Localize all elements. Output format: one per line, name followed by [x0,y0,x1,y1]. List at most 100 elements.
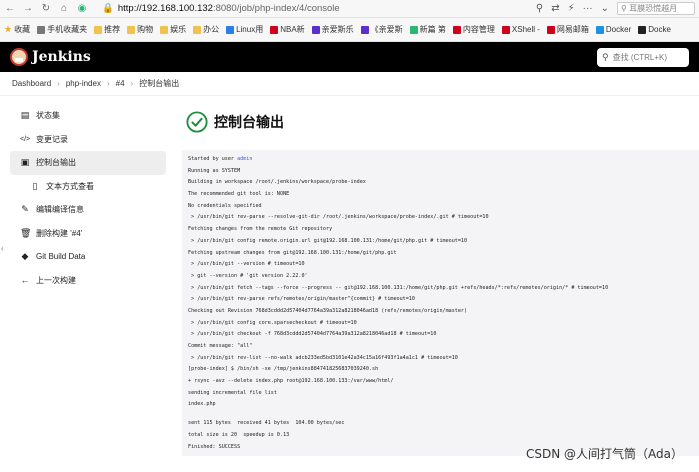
bookmark-item[interactable]: 内容管理 [452,24,495,35]
console-line: > git --version # 'git version 2.22.0' [188,271,699,283]
breadcrumb-item-build[interactable]: #4 [116,79,125,88]
page-title: 控制台输出 [214,114,284,130]
bookmark-item[interactable]: 购物 [127,24,153,35]
reload-icon[interactable]: ↻ [40,3,52,15]
sidebar-item-label: 编辑编译信息 [36,205,84,215]
console-line: > /usr/bin/git fetch --tags --force --pr… [188,283,699,295]
bookmark-item[interactable]: NBA新 [270,24,305,35]
url-path: :8080/job/php-index/4/console [212,3,340,14]
git-icon: ◆ [21,251,29,262]
bookmark-item[interactable]: XShell - [501,25,540,34]
site-icon [409,25,418,34]
docker-icon [595,25,604,34]
folder-icon [127,25,136,34]
console-line-text: sending incremental file list [188,389,277,396]
chevron-down-icon[interactable]: ⌄ [601,3,609,14]
bookmark-label: 网易邮箱 [556,25,589,34]
bookmark-item[interactable]: 娱乐 [160,24,186,35]
breadcrumb-item-dashboard[interactable]: Dashboard [12,79,51,88]
console-line-text: > /usr/bin/git checkout -f 768d3cddd2d57… [188,331,437,338]
console-line-text: [probe-index] $ /bin/sh -xe /tmp/jenkins… [188,366,379,373]
sidebar-item-changes[interactable]: </> 变更记录 [0,128,172,152]
bookmark-item[interactable]: Linux用 [226,24,263,35]
console-line: Running as SYSTEM [188,166,699,178]
user-link[interactable]: admin [237,156,252,162]
jenkins-header: Jenkins ⚲ 查找 (CTRL+K) [0,42,699,72]
console-line-text: > /usr/bin/git rev-list --no-walk adcb23… [188,354,458,361]
bookmark-item[interactable]: ★ 收藏 [4,24,30,35]
sidebar-item-label: Git Build Data [36,252,86,262]
trash-icon: 🗑 [20,227,32,238]
more-icon[interactable]: ··· [583,3,593,14]
bookmark-label: 手机收藏夹 [47,25,88,34]
search-input[interactable]: ⚲ 查找 (CTRL+K) [597,47,689,67]
bookmark-item[interactable]: Docke [638,25,671,34]
translate-icon[interactable]: ⇄ [551,3,559,14]
site-icon [311,25,320,34]
back-icon[interactable]: ← [4,3,16,15]
sidebar-item-label: 控制台输出 [36,158,76,168]
home-icon[interactable]: ⌂ [58,3,70,15]
bolt-icon[interactable]: ⚡ [568,3,575,14]
console-line: > /usr/bin/git config core.sparsecheckou… [188,318,699,330]
bookmark-label: Linux用 [236,25,264,34]
bookmark-item[interactable]: Docker [595,25,632,34]
console-line-text: > /usr/bin/git rev-parse --resolve-git-d… [188,214,489,221]
document-icon: ▯ [32,180,38,191]
console-line: sending incremental file list [188,388,699,400]
collapse-handle-icon[interactable]: ‹ [1,244,4,253]
sidebar-item-console-output[interactable]: ▣ 控制台输出 [10,151,166,175]
site-icon [270,25,279,34]
sidebar-item-status[interactable]: ▤ 状态集 [0,104,172,128]
url-host: http://192.168.100.132 [117,3,213,14]
console-line-text: No credentials specified [188,202,262,209]
sidebar-item-previous-build[interactable]: ← 上一次构建 [0,269,172,293]
bookmarks-bar: ★ 收藏 手机收藏夹 推荐 购物 娱乐 办公 Linux用 NBA新 亲爱斯乐 《亲爱斯 新篇 第 内容… [0,18,699,42]
folder-icon [193,25,202,34]
console-line: Checking out Revision 768d3cddd2d57404d7… [188,306,699,318]
site-icon [452,25,461,34]
console-line-text: Started by user [188,156,238,162]
bookmark-item[interactable]: 推荐 [94,24,120,35]
bookmark-label: 办公 [203,25,220,34]
breadcrumb-item-job[interactable]: php-index [66,79,101,88]
sidebar-item-edit-build-info[interactable]: ✎ 编辑编译信息 [0,198,172,222]
bookmark-item[interactable]: 《亲爱斯 [360,24,403,35]
console-line-text: > git --version # 'git version 2.22.0' [188,272,308,279]
sidebar-item-git-build-data[interactable]: ◆ Git Build Data [0,245,172,269]
bookmark-item[interactable]: 办公 [193,24,219,35]
console-line: Building in workspace /root/.jenkins/wor… [188,177,699,189]
bookmark-item[interactable]: 亲爱斯乐 [311,24,354,35]
zoom-icon[interactable]: ⚲ [536,3,543,14]
console-line: + rsync -avz --delete index.php root@192… [188,376,699,388]
sidebar-item-plain-text[interactable]: ▯ 文本方式查看 [0,175,172,199]
console-line: > /usr/bin/git rev-parse refs/remotes/or… [188,294,699,306]
breadcrumb-item-console[interactable]: 控制台输出 [139,78,179,89]
extension-icon[interactable]: ◉ [76,3,88,15]
bookmark-label: Docker [605,25,632,34]
bookmark-label: NBA新 [280,25,305,34]
bookmark-item[interactable]: 手机收藏夹 [37,24,87,35]
jenkins-logo-icon[interactable] [10,48,28,66]
browser-search-input[interactable]: ⚲ 耳膜恐慌越月 [617,2,695,15]
console-line-text: total size is 20 speedup is 0.13 [188,431,290,438]
console-output: Started by user admin Running as SYSTEM Bu… [182,150,699,456]
console-line-text: + rsync -avz --delete index.php root@192… [188,378,394,385]
console-line: > /usr/bin/git rev-list --no-walk adcb23… [188,353,699,365]
app-title[interactable]: Jenkins [32,49,91,65]
console-line-text: > /usr/bin/git rev-parse refs/remotes/or… [188,296,415,303]
github-icon [638,25,647,34]
bookmark-item[interactable]: 网易邮箱 [546,24,589,35]
sidebar-item-delete-build[interactable]: 🗑 删除构建 '#4' [0,222,172,246]
console-line-text: > /usr/bin/git config core.sparsecheckou… [188,319,357,326]
search-placeholder: 查找 (CTRL+K) [612,52,668,62]
bookmark-label: 《亲爱斯 [370,25,403,34]
url-field[interactable]: 🔒 http://192.168.100.132:8080/job/php-in… [102,3,340,14]
bookmark-item[interactable]: 新篇 第 [409,24,446,35]
console-line-text: > /usr/bin/git config remote.origin.url … [188,237,468,244]
forward-icon[interactable]: → [22,3,34,15]
console-line-text: Building in workspace /root/.jenkins/wor… [188,179,366,186]
console-line-text: > /usr/bin/git --version # timeout=10 [188,261,305,268]
watermark-text: CSDN @人间打气筒（Ada） [526,447,683,461]
console-line-text: > /usr/bin/git fetch --tags --force --pr… [188,284,609,291]
